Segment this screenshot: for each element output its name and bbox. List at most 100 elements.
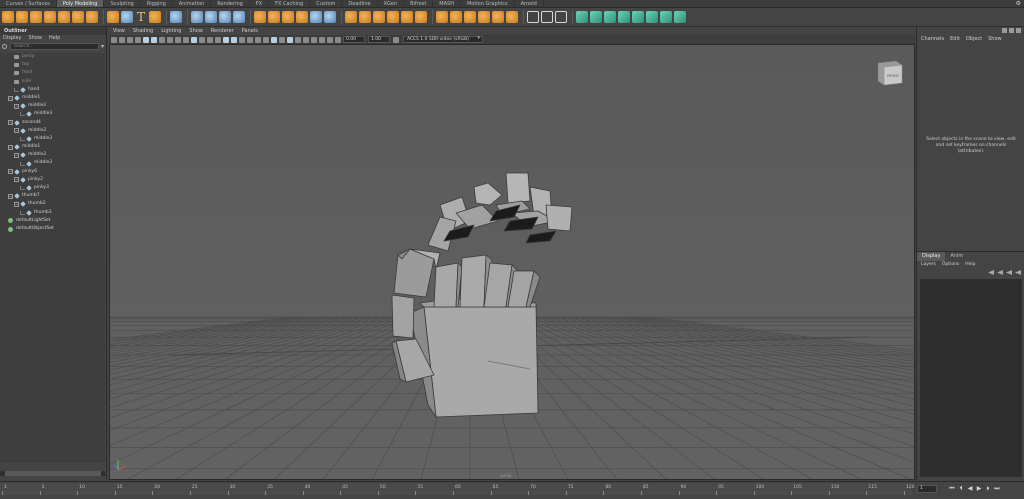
shelf-tab[interactable]: Custom xyxy=(310,0,343,7)
shelf-tool-icon[interactable] xyxy=(373,11,385,23)
outliner-item[interactable]: − middle1 xyxy=(0,143,105,151)
layer-editor-menu-item[interactable]: Layers xyxy=(921,261,936,269)
viewport-tool-icon[interactable] xyxy=(271,36,277,43)
shelf-tool-icon[interactable] xyxy=(282,11,294,23)
shelf-tool-icon[interactable] xyxy=(436,11,448,23)
shelf-tool-icon[interactable] xyxy=(191,11,203,23)
layer-editor-buttons[interactable] xyxy=(985,270,1021,275)
shelf-tool-icon[interactable] xyxy=(16,11,28,23)
layer-editor-menu-item[interactable]: Help xyxy=(965,261,975,269)
outliner-item[interactable]: − pinky2 xyxy=(0,176,105,184)
outliner-item[interactable]: − middle1 xyxy=(0,94,105,102)
viewport-menu-item[interactable]: View xyxy=(113,28,125,34)
shelf-tool-icon[interactable] xyxy=(590,11,602,23)
shelf-tab[interactable]: Rigging xyxy=(141,0,173,7)
playback-button-icon[interactable]: ◀ xyxy=(966,485,974,493)
outliner-item[interactable]: defaultLightSet xyxy=(0,217,105,225)
shelf-tool-icon[interactable] xyxy=(324,11,336,23)
viewport-tool-icon[interactable] xyxy=(319,36,325,43)
current-frame-field[interactable]: 1 xyxy=(917,485,937,493)
viewport-tool-icon[interactable] xyxy=(207,36,213,43)
shelf-tool-icon[interactable] xyxy=(604,11,616,23)
viewport-tool-icon[interactable] xyxy=(127,36,133,43)
shelf-tool-icon[interactable] xyxy=(415,11,427,23)
shelf-tool-icon[interactable] xyxy=(387,11,399,23)
channel-box-menu-item[interactable]: Channels xyxy=(921,35,944,44)
collapse-toggle-icon[interactable]: − xyxy=(14,128,19,134)
viewport-tool-icon[interactable] xyxy=(135,36,141,43)
collapse-toggle-icon[interactable]: − xyxy=(8,144,13,150)
shelf-tool-icon[interactable] xyxy=(107,11,119,23)
outliner-item[interactable]: persp xyxy=(0,53,105,61)
shelf-tab[interactable]: FX xyxy=(250,0,270,7)
outliner-item[interactable]: defaultObjectSet xyxy=(0,225,105,233)
viewport-tool-icon[interactable] xyxy=(311,36,317,43)
channel-box-menu-item[interactable]: Show xyxy=(988,35,1002,44)
shelf-tab[interactable]: Arnold xyxy=(515,0,544,7)
viewport-tool-icon[interactable] xyxy=(263,36,269,43)
shelf-tab[interactable]: Deadline xyxy=(342,0,378,7)
shelf-tool-icon[interactable] xyxy=(674,11,686,23)
collapse-toggle-icon[interactable]: − xyxy=(14,177,19,183)
outliner-item[interactable]: middle3 xyxy=(0,110,105,118)
shelf-tool-icon[interactable] xyxy=(359,11,371,23)
shelf-tab[interactable]: Sculpting xyxy=(104,0,141,7)
outliner-item[interactable]: hand xyxy=(0,86,105,94)
search-input[interactable]: Search... xyxy=(10,43,99,50)
viewport-tool-icon[interactable] xyxy=(255,36,261,43)
channel-box-menu-item[interactable]: Edit xyxy=(950,35,960,44)
viewport-tool-icon[interactable] xyxy=(231,36,237,43)
viewport-tool-icon[interactable] xyxy=(151,36,157,43)
shelf-tool-icon[interactable] xyxy=(527,11,539,23)
viewport-3d[interactable]: FRONT persp xyxy=(109,44,915,480)
shelf-tool-icon[interactable] xyxy=(576,11,588,23)
outliner-item[interactable]: − thumb2 xyxy=(0,200,105,208)
layer-editor-menu-item[interactable]: Options xyxy=(942,261,959,269)
viewport-tool-icon[interactable] xyxy=(159,36,165,43)
outliner-item[interactable]: middle3 xyxy=(0,159,105,167)
shelf-tool-icon[interactable] xyxy=(296,11,308,23)
shelf-tool-icon[interactable] xyxy=(205,11,217,23)
shelf-tool-icon[interactable] xyxy=(268,11,280,23)
text-tool-icon[interactable]: T xyxy=(135,11,147,23)
filter-dropdown-icon[interactable]: ▾ xyxy=(101,43,104,50)
shelf-tool-icon[interactable] xyxy=(233,11,245,23)
collapse-toggle-icon[interactable]: − xyxy=(8,193,13,199)
shelf-tab[interactable]: Poly Modeling xyxy=(56,0,105,7)
shelf-tool-icon[interactable] xyxy=(555,11,567,23)
shelf-tool-icon[interactable] xyxy=(310,11,322,23)
shelf-tool-icon[interactable] xyxy=(492,11,504,23)
outliner-menu-item[interactable]: Help xyxy=(49,35,60,42)
shelf-tool-icon[interactable] xyxy=(121,11,133,23)
collapse-toggle-icon[interactable]: − xyxy=(14,103,19,109)
shelf-tab[interactable]: MASH xyxy=(433,0,461,7)
shelf-tool-icon[interactable] xyxy=(58,11,70,23)
viewport-menu-item[interactable]: Shading xyxy=(133,28,153,34)
shelf-tool-icon[interactable] xyxy=(2,11,14,23)
viewport-tool-icon[interactable] xyxy=(327,36,333,43)
outliner-menu-item[interactable]: Display xyxy=(3,35,21,42)
outliner-horizontal-scrollbar[interactable] xyxy=(0,471,105,476)
viewport-tool-icon[interactable] xyxy=(393,36,399,43)
shelf-tool-icon[interactable] xyxy=(149,11,161,23)
shelf-tab[interactable]: Curves / Surfaces xyxy=(0,0,57,7)
shelf-tool-icon[interactable] xyxy=(478,11,490,23)
viewport-menu-item[interactable]: Show xyxy=(189,28,203,34)
gamma-field[interactable]: 1.00 xyxy=(368,36,390,43)
viewport-tool-icon[interactable] xyxy=(279,36,285,43)
shelf-tool-icon[interactable] xyxy=(618,11,630,23)
shelf-tab[interactable]: Motion Graphics xyxy=(461,0,515,7)
outliner-item[interactable]: − second4 xyxy=(0,119,105,127)
viewport-tool-icon[interactable] xyxy=(239,36,245,43)
shelf-tool-icon[interactable] xyxy=(401,11,413,23)
shelf-tool-icon[interactable] xyxy=(345,11,357,23)
collapse-toggle-icon[interactable]: − xyxy=(8,169,13,175)
gear-icon[interactable]: ⚙ xyxy=(1016,0,1021,8)
shelf-tool-icon[interactable] xyxy=(541,11,553,23)
viewport-tool-icon[interactable] xyxy=(215,36,221,43)
shelf-tab[interactable]: Bifrost xyxy=(404,0,434,7)
playback-button-icon[interactable]: ⏵ xyxy=(984,485,992,493)
playback-button-icon[interactable]: ⏭ xyxy=(993,485,1001,493)
layer-list[interactable] xyxy=(920,279,1022,477)
outliner-menu-item[interactable]: Show xyxy=(28,35,42,42)
